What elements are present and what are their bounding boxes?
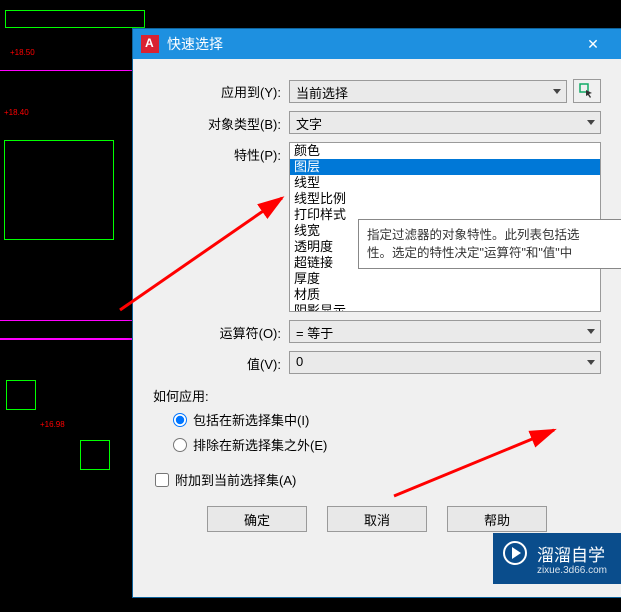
property-item[interactable]: 线型 [290,175,600,191]
select-objects-icon [579,83,595,99]
cancel-button[interactable]: 取消 [327,506,427,532]
property-item[interactable]: 颜色 [290,143,600,159]
object-type-select[interactable]: 文字 [289,111,601,134]
tooltip-line2: 性。选定的特性决定"运算符"和"值"中 [367,244,613,262]
operator-select[interactable]: = 等于 [289,320,601,343]
autocad-logo-icon [141,35,159,53]
ok-button[interactable]: 确定 [207,506,307,532]
watermark-badge: 溜溜自学 zixue.3d66.com [493,533,621,584]
property-item[interactable]: 材质 [290,287,600,303]
property-item[interactable]: 图层 [290,159,600,175]
include-radio-label: 包括在新选择集中(I) [193,410,309,429]
apply-to-select[interactable]: 当前选择 [289,80,567,103]
close-button[interactable] [573,29,613,59]
include-radio[interactable] [173,413,187,427]
property-tooltip: 指定过滤器的对象特性。此列表包括选 性。选定的特性决定"运算符"和"值"中 [358,219,621,269]
how-apply-label: 如何应用: [153,382,601,407]
property-item[interactable]: 厚度 [290,271,600,287]
append-checkbox[interactable] [155,473,169,487]
property-item[interactable]: 阴影显示 [290,303,600,312]
apply-to-label: 应用到(Y): [153,79,289,101]
property-label: 特性(P): [153,142,289,164]
dialog-body: 应用到(Y): 当前选择 对象类型(B): 文字 [133,59,621,544]
value-label: 值(V): [153,351,289,373]
dialog-title: 快速选择 [167,34,223,54]
quick-select-dialog: 快速选择 应用到(Y): 当前选择 对象类型(B): [132,28,621,598]
titlebar: 快速选择 [133,29,621,59]
watermark-main: 溜溜自学 [537,546,605,565]
object-type-label: 对象类型(B): [153,111,289,133]
append-checkbox-label: 附加到当前选择集(A) [175,470,296,489]
watermark-sub: zixue.3d66.com [537,566,607,576]
help-button[interactable]: 帮助 [447,506,547,532]
exclude-radio-label: 排除在新选择集之外(E) [193,435,327,454]
property-item[interactable]: 线型比例 [290,191,600,207]
operator-label: 运算符(O): [153,320,289,342]
pick-objects-button[interactable] [573,79,601,103]
play-icon [503,541,527,565]
tooltip-line1: 指定过滤器的对象特性。此列表包括选 [367,226,613,244]
exclude-radio[interactable] [173,438,187,452]
value-select[interactable]: 0 [289,351,601,374]
